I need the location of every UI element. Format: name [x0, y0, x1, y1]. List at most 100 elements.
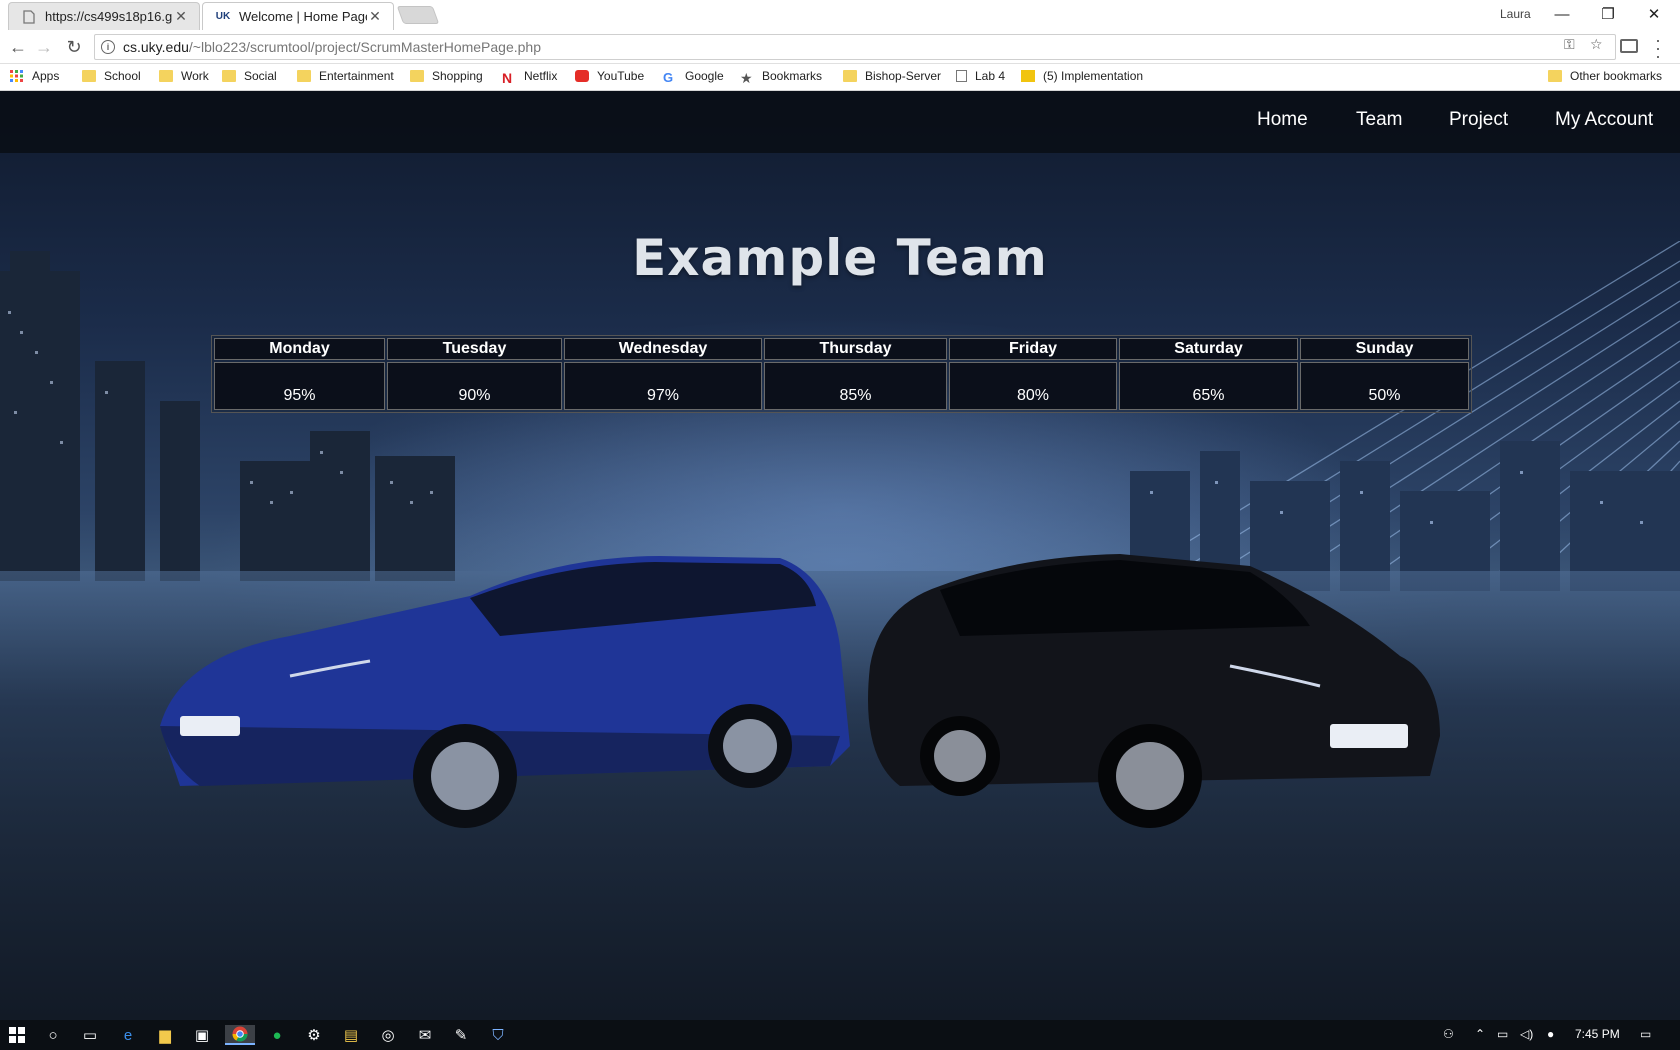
google-icon: G: [663, 70, 674, 85]
folder-icon: [297, 70, 311, 82]
value-wednesday: 97%: [564, 362, 762, 410]
bookmark-label: Lab 4: [975, 69, 1006, 83]
star-icon: ★: [740, 70, 753, 86]
bookmark-shopping[interactable]: Shopping: [410, 69, 483, 83]
minimize-button[interactable]: —: [1540, 2, 1584, 26]
implementation-icon: [1021, 70, 1035, 82]
bookmark-lab-4[interactable]: Lab 4: [956, 69, 1005, 83]
folder-icon: [843, 70, 857, 82]
page-content: Home Team Project My Account Example Tea…: [0, 91, 1680, 1020]
chrome-icon[interactable]: [225, 1025, 255, 1045]
forward-arrow-icon[interactable]: →: [32, 35, 56, 59]
bookmark-label: Google: [685, 69, 724, 83]
bookmark-apps[interactable]: Apps: [10, 69, 59, 83]
weekly-progress-table: Monday Tuesday Wednesday Thursday Friday…: [211, 335, 1472, 413]
windows-start-icon[interactable]: [6, 1025, 28, 1045]
folder-icon: [159, 70, 173, 82]
blue-car: [160, 556, 850, 828]
search-icon[interactable]: ○: [42, 1025, 64, 1045]
new-tab-button[interactable]: [396, 6, 440, 24]
nav-my-account-link[interactable]: My Account: [1555, 109, 1653, 131]
bookmark-youtube[interactable]: YouTube: [575, 69, 644, 83]
cast-icon[interactable]: [1620, 39, 1638, 53]
bookmarks-bar: Apps School Work Social Entertainment Sh…: [0, 64, 1680, 91]
chevron-up-icon[interactable]: ⌃: [1475, 1027, 1485, 1041]
value-saturday: 65%: [1119, 362, 1298, 410]
settings-gear-icon[interactable]: ⚙: [303, 1025, 325, 1045]
other-bookmarks[interactable]: Other bookmarks: [1548, 69, 1662, 83]
profile-name[interactable]: Laura: [1500, 7, 1531, 21]
key-icon[interactable]: ⚿: [1564, 36, 1575, 53]
bookmark-label: (5) Implementation: [1043, 69, 1144, 83]
address-bar[interactable]: i cs.uky.edu /~lblo223/scrumtool/project…: [94, 34, 1616, 60]
windows-taskbar: ○ ▭ e ▆ ▣ ● ⚙ ▤ ◎ ✉ ✎ ⛉ ⚇ ⌃ ▭ ◁) ● 7:45 …: [0, 1020, 1680, 1050]
url-path: /~lblo223/scrumtool/project/ScrumMasterH…: [188, 39, 542, 55]
bookmark-label: Social: [244, 69, 277, 83]
tab-home-page[interactable]: UK Welcome | Home Page ✕: [202, 2, 394, 30]
day-header-tuesday: Tuesday: [387, 338, 562, 360]
bookmark-star-icon[interactable]: ☆: [1590, 36, 1603, 53]
bookmark-social[interactable]: Social: [222, 69, 277, 83]
youtube-icon: [575, 70, 589, 82]
shield-icon[interactable]: ⛉: [487, 1025, 509, 1045]
day-header-wednesday: Wednesday: [564, 338, 762, 360]
browser-titlebar: https://cs499s18p16.githu ✕ UK Welcome |…: [0, 0, 1680, 30]
bookmark-label: Shopping: [432, 69, 483, 83]
menu-kebab-icon[interactable]: · · ·: [1655, 31, 1661, 65]
people-icon[interactable]: ⚇: [1443, 1027, 1454, 1041]
close-tab-icon[interactable]: ✕: [173, 8, 189, 25]
status-icon[interactable]: ●: [1547, 1027, 1554, 1041]
bookmark-label: Bishop-Server: [865, 69, 942, 83]
edge-browser-icon[interactable]: e: [117, 1025, 139, 1045]
day-header-friday: Friday: [949, 338, 1117, 360]
taskbar-clock[interactable]: 7:45 PM: [1575, 1027, 1620, 1041]
task-view-icon[interactable]: ▭: [79, 1025, 101, 1045]
value-thursday: 85%: [764, 362, 947, 410]
store-icon[interactable]: ▣: [191, 1025, 213, 1045]
folder-icon: [410, 70, 424, 82]
value-monday: 95%: [214, 362, 385, 410]
file-explorer-icon[interactable]: ▆: [154, 1025, 176, 1045]
bookmark-label: Apps: [32, 69, 60, 83]
document-icon: [21, 9, 37, 25]
reload-icon[interactable]: ↻: [62, 35, 86, 59]
value-tuesday: 90%: [387, 362, 562, 410]
notes-icon[interactable]: ▤: [340, 1025, 362, 1045]
day-header-saturday: Saturday: [1119, 338, 1298, 360]
bookmark-google[interactable]: G Google: [663, 69, 724, 85]
site-navbar: Home Team Project My Account: [0, 91, 1680, 153]
nav-team-link[interactable]: Team: [1356, 109, 1402, 131]
bookmark-implementation[interactable]: (5) Implementation: [1021, 69, 1161, 83]
info-icon[interactable]: i: [101, 40, 115, 54]
bookmark-work[interactable]: Work: [159, 69, 209, 83]
action-center-icon[interactable]: ▭: [1640, 1027, 1651, 1041]
bookmark-netflix[interactable]: N Netflix: [502, 69, 557, 86]
close-window-button[interactable]: ✕: [1632, 2, 1676, 26]
spotify-icon[interactable]: ●: [266, 1025, 288, 1045]
mail-icon[interactable]: ✉: [414, 1025, 436, 1045]
network-icon[interactable]: ▭: [1497, 1027, 1508, 1041]
bookmark-school[interactable]: School: [82, 69, 141, 83]
paint-icon[interactable]: ✎: [450, 1025, 472, 1045]
browser-toolbar: ← → ↻ i cs.uky.edu /~lblo223/scrumtool/p…: [0, 30, 1680, 65]
value-friday: 80%: [949, 362, 1117, 410]
steam-icon[interactable]: ◎: [377, 1025, 399, 1045]
bookmark-bookmarks[interactable]: ★ Bookmarks: [740, 69, 822, 86]
close-tab-icon[interactable]: ✕: [367, 8, 383, 25]
table-row: 95% 90% 97% 85% 80% 65% 50%: [214, 362, 1469, 410]
bookmark-label: Other bookmarks: [1570, 69, 1663, 83]
bookmark-bishop-server[interactable]: Bishop-Server: [843, 69, 941, 83]
nav-project-link[interactable]: Project: [1449, 109, 1508, 131]
folder-icon: [1548, 70, 1562, 82]
nav-home-link[interactable]: Home: [1257, 109, 1308, 131]
back-arrow-icon[interactable]: ←: [6, 35, 30, 59]
restore-button[interactable]: ❐: [1586, 2, 1630, 26]
url-host: cs.uky.edu: [123, 39, 189, 55]
uk-favicon-icon: UK: [215, 11, 231, 22]
day-header-sunday: Sunday: [1300, 338, 1469, 360]
folder-icon: [82, 70, 96, 82]
volume-icon[interactable]: ◁): [1520, 1027, 1533, 1041]
bookmark-entertainment[interactable]: Entertainment: [297, 69, 394, 83]
day-header-monday: Monday: [214, 338, 385, 360]
tab-github[interactable]: https://cs499s18p16.githu ✕: [8, 2, 200, 30]
